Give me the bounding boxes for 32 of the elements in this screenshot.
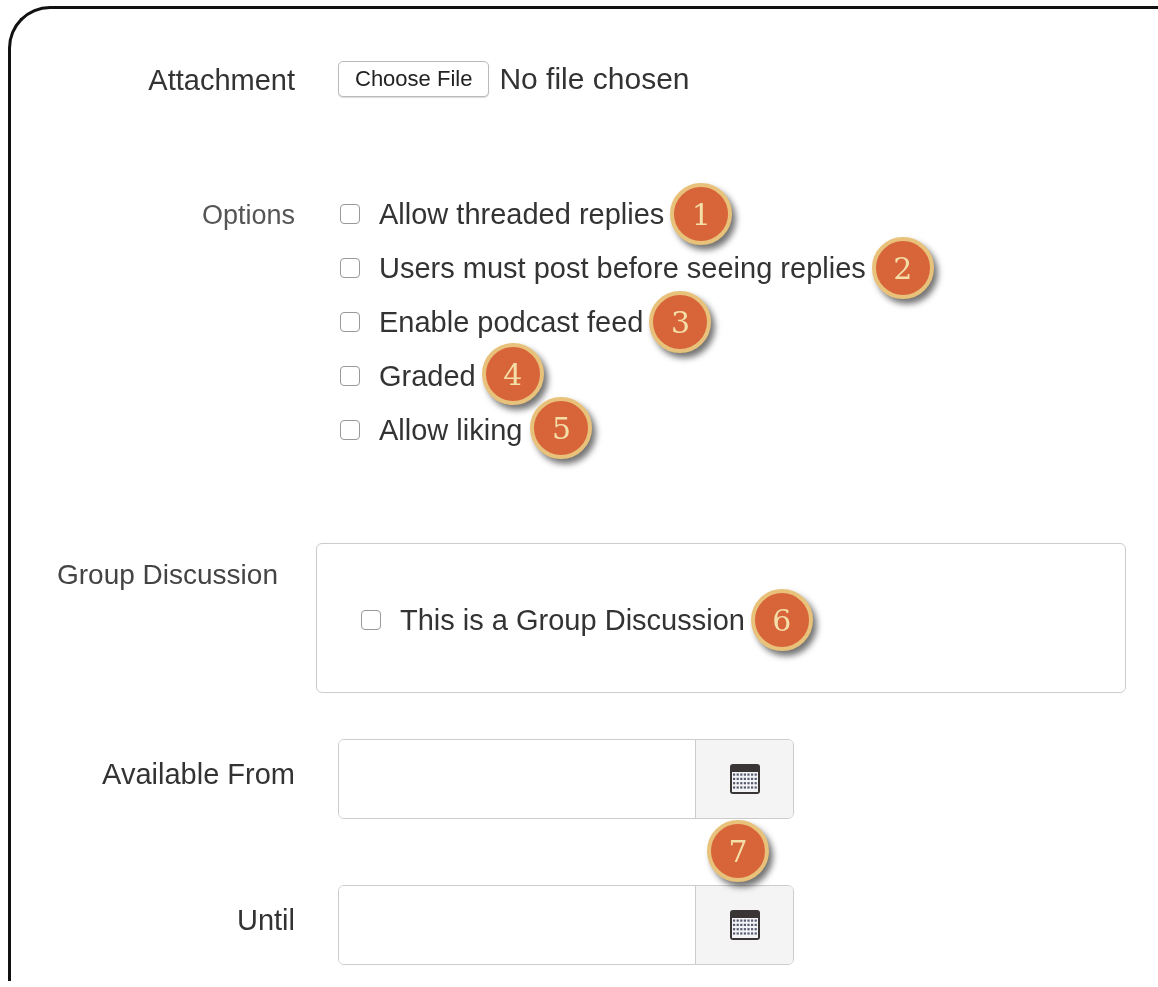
calendar-icon xyxy=(728,909,761,941)
number-badge: 6 xyxy=(750,589,813,651)
calendar-icon xyxy=(728,763,761,795)
option-label: Allow liking xyxy=(379,413,523,447)
number-badge: 4 xyxy=(481,343,544,405)
option-label: Allow threaded replies xyxy=(379,197,665,231)
checkbox[interactable] xyxy=(340,312,360,332)
field-label: Group Discussion xyxy=(57,558,279,592)
field-label: Options xyxy=(200,199,295,232)
number-badge: 2 xyxy=(871,237,934,299)
number-badge: 3 xyxy=(649,291,712,353)
option-label: Enable podcast feed xyxy=(379,305,644,339)
option-label: This is a Group Discussion xyxy=(400,603,745,637)
field-label: Until xyxy=(236,903,295,937)
number-badge: 7 xyxy=(707,820,769,882)
checkbox[interactable] xyxy=(340,420,360,440)
option-label: Graded xyxy=(379,359,476,393)
field-label: Available From xyxy=(101,757,295,791)
checkbox[interactable] xyxy=(340,366,360,386)
number-badge: 5 xyxy=(530,397,593,459)
checkbox[interactable] xyxy=(340,258,360,278)
option-label: Users must post before seeing replies xyxy=(379,251,866,285)
number-badge: 1 xyxy=(670,183,733,245)
checkbox[interactable] xyxy=(361,610,381,630)
choose-file-button[interactable]: Choose File xyxy=(338,61,490,97)
calendar-button[interactable] xyxy=(695,740,793,818)
checkbox[interactable] xyxy=(340,204,360,224)
date-field[interactable] xyxy=(338,885,794,965)
calendar-button[interactable] xyxy=(695,886,793,964)
field-label: Attachment xyxy=(147,64,295,97)
date-field[interactable] xyxy=(338,739,794,819)
file-status: No file chosen xyxy=(499,62,690,96)
